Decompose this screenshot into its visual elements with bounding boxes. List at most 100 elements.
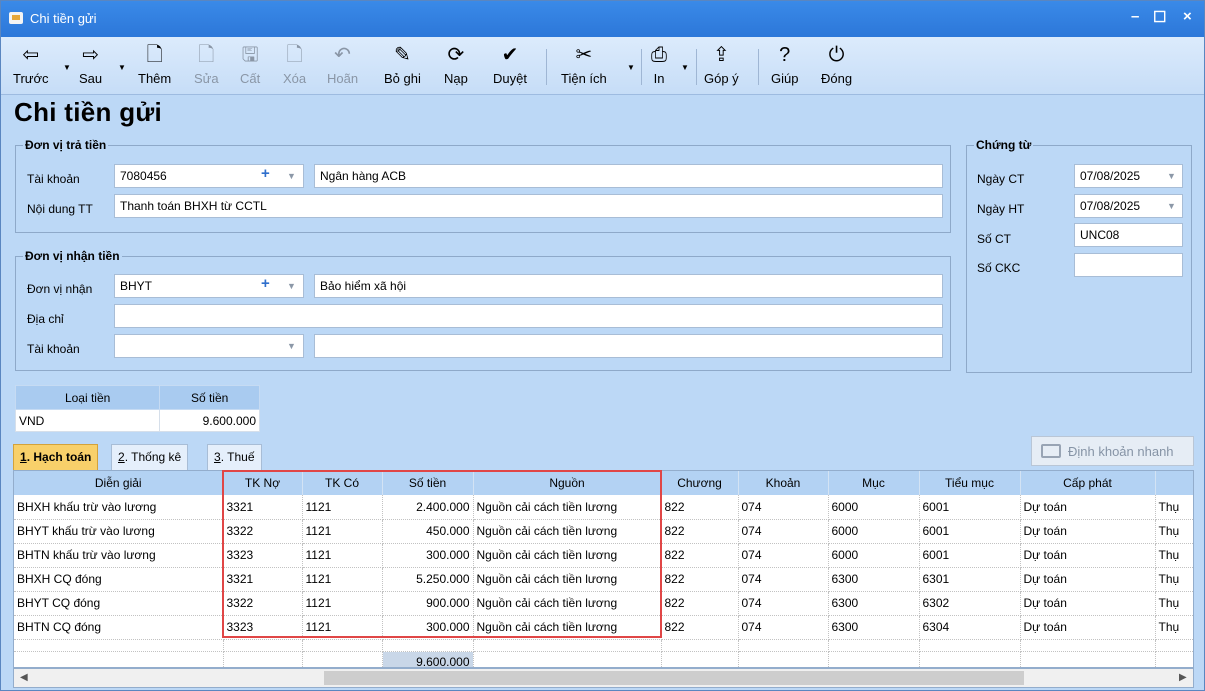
grid-cell[interactable] xyxy=(473,639,662,652)
horizontal-scrollbar[interactable]: ◀ ▶ xyxy=(13,668,1194,688)
grid-cell[interactable]: 822 xyxy=(661,591,739,616)
grid-cell[interactable]: 074 xyxy=(738,591,829,616)
grid-cell[interactable]: 3322 xyxy=(223,591,303,616)
receiver-address-field[interactable] xyxy=(114,304,943,328)
grid-cell[interactable]: 2.400.000 xyxy=(382,495,474,520)
toolbar-edit-document-button[interactable]: 🗋 Sửa xyxy=(194,43,219,93)
grid-cell[interactable] xyxy=(302,639,383,652)
grid-cell[interactable]: Dự toán xyxy=(1020,495,1156,520)
grid-cell[interactable]: 3321 xyxy=(223,567,303,592)
tab-thong-ke[interactable]: 2. Thống kê xyxy=(111,444,189,470)
grid-cell[interactable]: 074 xyxy=(738,519,829,544)
chevron-down-icon[interactable]: ▼ xyxy=(681,63,689,113)
grid-cell[interactable]: 6001 xyxy=(919,543,1021,568)
grid-cell[interactable]: BHTN khấu trừ vào lương xyxy=(14,543,224,568)
toolbar-save-button[interactable]: 🖫 Cất xyxy=(240,43,260,93)
scroll-thumb[interactable] xyxy=(324,671,1024,685)
currency-type-cell[interactable]: VND xyxy=(14,409,161,432)
tab-hach-toan[interactable]: 1. Hạch toán xyxy=(13,444,99,470)
chevron-down-icon[interactable]: ▼ xyxy=(287,169,296,183)
grid-cell[interactable]: 822 xyxy=(661,567,739,592)
grid-cell[interactable]: Thụ xyxy=(1155,519,1193,544)
grid-cell[interactable]: 6304 xyxy=(919,615,1021,640)
grid-cell[interactable]: 6000 xyxy=(828,543,920,568)
toolbar-printer-button[interactable]: ⎙ In xyxy=(651,43,667,93)
grid-cell[interactable] xyxy=(382,639,474,652)
toolbar-help-button[interactable]: ? Giúp xyxy=(771,43,798,93)
grid-cell[interactable] xyxy=(14,639,224,652)
grid-cell[interactable]: Nguồn cải cách tiền lương xyxy=(473,567,662,592)
chevron-down-icon[interactable]: ▼ xyxy=(1167,199,1176,213)
grid-cell[interactable]: Dự toán xyxy=(1020,615,1156,640)
maximize-button[interactable]: ☐ xyxy=(1153,8,1166,26)
grid-cell[interactable]: 3322 xyxy=(223,519,303,544)
grid-column-header[interactable]: Mục xyxy=(828,471,920,495)
add-unit-icon[interactable]: + xyxy=(261,276,270,291)
table-row[interactable]: BHXH CQ đóng 3321 1121 5.250.000 Nguồn cải c… xyxy=(14,567,1193,592)
grid-column-header[interactable]: TK Nợ xyxy=(223,471,303,495)
grid-cell[interactable]: Nguồn cải cách tiền lương xyxy=(473,615,662,640)
quick-entry-button[interactable]: Định khoản nhanh xyxy=(1031,436,1194,466)
grid-cell[interactable]: BHXH CQ đóng xyxy=(14,567,224,592)
toolbar-power-button[interactable]: ⏻ Đóng xyxy=(821,43,852,93)
grid-column-header[interactable]: Diễn giải xyxy=(14,471,224,495)
new-row[interactable] xyxy=(14,639,1193,652)
tab-thue[interactable]: 3. Thuế xyxy=(207,444,262,470)
currency-row[interactable]: VND 9.600.000 xyxy=(14,409,260,432)
table-row[interactable]: BHXH khấu trừ vào lương 3321 1121 2.400.000… xyxy=(14,495,1193,520)
grid-cell[interactable]: 1121 xyxy=(302,615,383,640)
grid-cell[interactable]: Thụ xyxy=(1155,495,1193,520)
grid-cell[interactable] xyxy=(738,639,829,652)
close-button[interactable]: × xyxy=(1183,8,1192,25)
grid-cell[interactable]: 6001 xyxy=(919,519,1021,544)
grid-cell[interactable]: 300.000 xyxy=(382,543,474,568)
grid-cell[interactable]: Nguồn cải cách tiền lương xyxy=(473,591,662,616)
grid-cell[interactable]: BHTN CQ đóng xyxy=(14,615,224,640)
grid-cell[interactable] xyxy=(1155,639,1193,652)
toolbar-delete-document-button[interactable]: 🗋 Xóa xyxy=(283,43,306,93)
grid-cell[interactable]: 6000 xyxy=(828,495,920,520)
payer-bank-name-field[interactable]: Ngân hàng ACB xyxy=(314,164,943,188)
grid-cell[interactable]: 6000 xyxy=(828,519,920,544)
grid-cell[interactable]: Dự toán xyxy=(1020,543,1156,568)
minimize-button[interactable]: – xyxy=(1131,8,1139,25)
grid-cell[interactable]: 6001 xyxy=(919,495,1021,520)
grid-cell[interactable]: 5.250.000 xyxy=(382,567,474,592)
grid-cell[interactable]: BHYT CQ đóng xyxy=(14,591,224,616)
scroll-left-icon[interactable]: ◀ xyxy=(20,672,28,683)
grid-cell[interactable]: Thụ xyxy=(1155,543,1193,568)
table-row[interactable]: BHTN CQ đóng 3323 1121 300.000 Nguồn cải các… xyxy=(14,615,1193,640)
voucher-date-ct-picker[interactable]: 07/08/2025 ▼ xyxy=(1074,164,1183,188)
grid-cell[interactable] xyxy=(223,639,303,652)
add-account-icon[interactable]: + xyxy=(261,166,270,181)
payer-content-field[interactable]: Thanh toán BHXH từ CCTL xyxy=(114,194,943,218)
grid-cell[interactable]: 822 xyxy=(661,543,739,568)
toolbar-arrow-left-button[interactable]: ⇦ Trước xyxy=(13,43,49,93)
grid-cell[interactable]: Thụ xyxy=(1155,591,1193,616)
voucher-no-ct-field[interactable]: UNC08 xyxy=(1074,223,1183,247)
voucher-no-ckc-field[interactable] xyxy=(1074,253,1183,277)
grid-cell[interactable]: 1121 xyxy=(302,591,383,616)
grid-cell[interactable]: 074 xyxy=(738,543,829,568)
toolbar-tools-button[interactable]: ✂ Tiện ích xyxy=(561,43,607,93)
grid-cell[interactable]: BHXH khấu trừ vào lương xyxy=(14,495,224,520)
grid-cell[interactable] xyxy=(919,639,1021,652)
grid-cell[interactable]: 822 xyxy=(661,615,739,640)
grid-cell[interactable]: 6302 xyxy=(919,591,1021,616)
grid-cell[interactable]: 1121 xyxy=(302,495,383,520)
chevron-down-icon[interactable]: ▼ xyxy=(287,279,296,293)
grid-cell[interactable]: 074 xyxy=(738,495,829,520)
grid-column-header[interactable]: Tiểu mục xyxy=(919,471,1021,495)
chevron-down-icon[interactable]: ▼ xyxy=(627,63,635,113)
grid-cell[interactable]: Nguồn cải cách tiền lương xyxy=(473,519,662,544)
grid-cell[interactable]: 3321 xyxy=(223,495,303,520)
grid-cell[interactable] xyxy=(661,639,739,652)
grid-cell[interactable]: 3323 xyxy=(223,615,303,640)
grid-cell[interactable] xyxy=(1020,639,1156,652)
currency-amount-cell[interactable]: 9.600.000 xyxy=(159,409,260,432)
grid-cell[interactable]: 6300 xyxy=(828,615,920,640)
grid-cell[interactable]: 450.000 xyxy=(382,519,474,544)
toolbar-check-button[interactable]: ✔ Duyệt xyxy=(493,43,527,93)
grid-cell[interactable]: Thụ xyxy=(1155,567,1193,592)
receiver-unit-name-field[interactable]: Bảo hiểm xã hội xyxy=(314,274,943,298)
